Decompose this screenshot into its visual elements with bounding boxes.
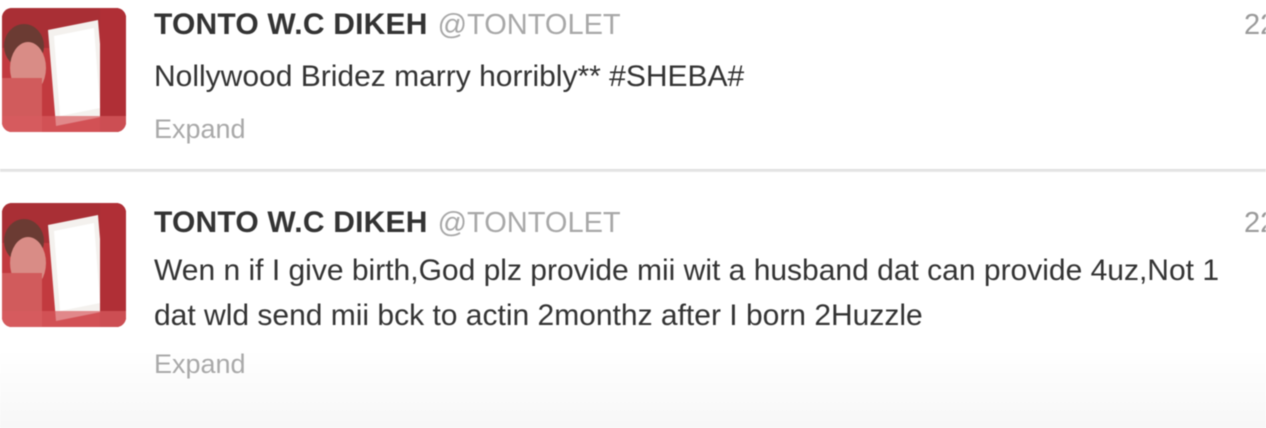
tweet-content: TONTO W.C DIKEH @TONTOLET Wen n if I give… [154,202,1266,384]
tweet-timeline: TONTO W.C DIKEH @TONTOLET Nollywood Bride… [0,0,1266,428]
expand-link[interactable]: Expand [154,109,246,149]
tweet-timestamp[interactable]: 22 [1244,4,1266,46]
tweet-item[interactable]: TONTO W.C DIKEH @TONTOLET Wen n if I give… [0,172,1266,428]
tweet-timestamp[interactable]: 22 [1244,202,1266,244]
expand-link[interactable]: Expand [154,344,246,384]
author-fullname[interactable]: TONTO W.C DIKEH [154,8,428,41]
tweet-text: Wen n if I give birth,God plz provide mi… [154,254,1220,332]
tweet-text: Nollywood Bridez marry horribly** #SHEBA… [154,60,745,93]
author-username[interactable]: @TONTOLET [438,207,621,239]
profile-photo-icon[interactable] [2,8,126,132]
tweet-item[interactable]: TONTO W.C DIKEH @TONTOLET Nollywood Bride… [0,0,1266,170]
profile-photo-icon[interactable] [2,203,126,327]
author-fullname[interactable]: TONTO W.C DIKEH [154,206,428,239]
tweet-header: TONTO W.C DIKEH @TONTOLET [154,4,1266,46]
author-username[interactable]: @TONTOLET [438,9,621,41]
tweet-content: TONTO W.C DIKEH @TONTOLET Nollywood Bride… [154,4,1266,149]
tweet-header: TONTO W.C DIKEH @TONTOLET [154,202,1266,244]
